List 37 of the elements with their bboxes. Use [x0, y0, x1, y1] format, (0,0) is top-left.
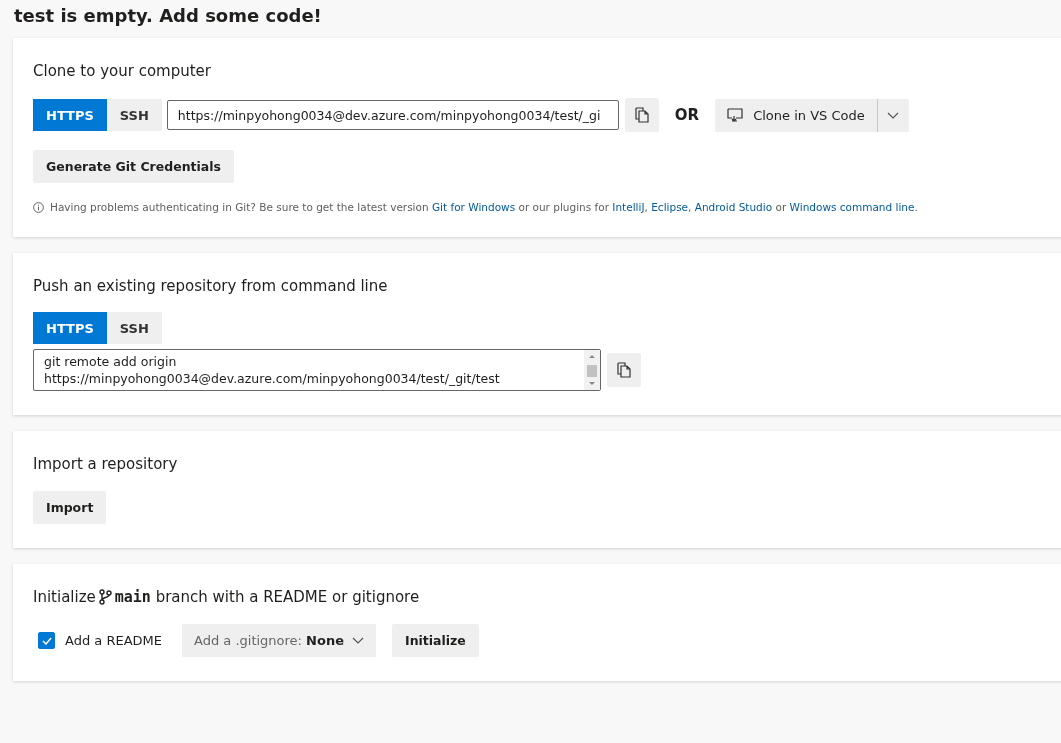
page-title: test is empty. Add some code! [13, 4, 323, 28]
help-link[interactable]: IntelliJ [612, 201, 645, 213]
checkbox[interactable] [38, 632, 55, 649]
protocol-tab[interactable]: SSH [106, 312, 162, 344]
check-icon [41, 636, 52, 645]
clone-url-field[interactable]: https://minpyohong0034@dev.azure.com/minpyohong0034/test/_gi [166, 100, 619, 130]
initialize-button[interactable]: Initialize [392, 624, 479, 657]
readme-checkbox[interactable]: Add a README [38, 632, 162, 649]
copy-button[interactable] [607, 353, 641, 387]
chevron-down-icon [887, 111, 900, 119]
monitor-icon [727, 108, 744, 122]
generate-credentials-button[interactable]: Generate Git Credentials [33, 150, 234, 183]
chevron-down-icon [352, 637, 364, 644]
scrollbar[interactable] [584, 350, 600, 390]
gitignore-dropdown[interactable]: Add a .gitignore: None [182, 624, 376, 657]
info-icon [33, 201, 44, 213]
clone-vscode-split-button[interactable]: Clone in VS Code [715, 98, 909, 132]
command-field[interactable]: git remote add origin https://minpyohong0034@dev.azure.com/minpyohong0034/test/_git/test [33, 349, 601, 391]
help-link[interactable]: Android Studio [694, 201, 773, 213]
copy-button[interactable] [624, 98, 659, 132]
section-title: Push an existing repository from command line [33, 277, 389, 295]
protocol-tab[interactable]: HTTPS [33, 312, 107, 344]
section-title: Import a repository [33, 455, 179, 473]
branch-icon [98, 589, 112, 605]
section-title: Clone to your computer [33, 62, 212, 80]
section-title: main branch with a README or gitignore [114, 588, 420, 606]
clone-vscode-button[interactable]: Clone in VS Code [715, 98, 877, 132]
copy-icon [634, 107, 649, 123]
or-text: OR [674, 106, 700, 124]
help-link[interactable]: Eclipse [651, 201, 689, 213]
copy-icon [617, 362, 631, 378]
protocol-tab[interactable]: SSH [106, 99, 162, 131]
section-title: Initialize [33, 588, 96, 606]
import-button[interactable]: Import [33, 491, 107, 524]
help-link[interactable]: Git for Windows [431, 201, 516, 213]
protocol-tab[interactable]: HTTPS [33, 99, 107, 131]
help-text: Having problems authenticating in Git? Be sure to get the latest version Git for Windows or our plugins for IntelliJ, Eclipse, Android Studio or Windows command line. [50, 201, 918, 213]
